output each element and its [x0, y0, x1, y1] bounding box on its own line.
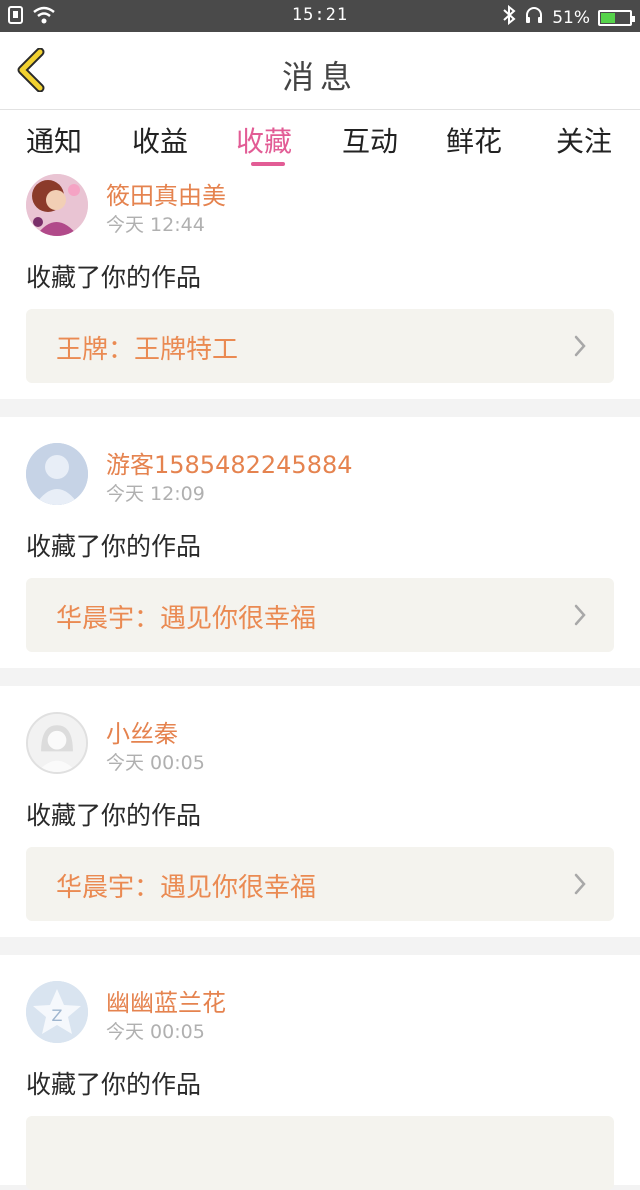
username[interactable]: 筱田真由美: [106, 176, 226, 211]
work-link[interactable]: 华晨宇：遇见你很幸福: [26, 847, 614, 921]
tab-flowers[interactable]: 鲜花: [446, 120, 502, 160]
svg-text:Z: Z: [52, 1006, 63, 1025]
chevron-right-icon: [574, 335, 586, 357]
work-link[interactable]: [26, 1116, 614, 1190]
timestamp: 今天 00:05: [106, 1021, 205, 1043]
tab-favorites[interactable]: 收藏: [236, 120, 292, 160]
work-title: 华晨宇：遇见你很幸福: [56, 604, 317, 634]
action-text: 收藏了你的作品: [26, 263, 202, 292]
chevron-right-icon: [574, 873, 586, 895]
work-title: 王牌：王牌特工: [56, 335, 239, 365]
avatar[interactable]: Z: [26, 981, 88, 1043]
battery-icon: [598, 9, 635, 26]
tab-interactions[interactable]: 互动: [342, 120, 398, 160]
username[interactable]: 小丝秦: [106, 714, 178, 749]
page-title: 消息: [281, 58, 358, 96]
list-item: 小丝秦 今天 00:05 收藏了你的作品 华晨宇：遇见你很幸福: [0, 686, 640, 937]
username[interactable]: 幽幽蓝兰花: [106, 983, 226, 1018]
action-text: 收藏了你的作品: [26, 532, 202, 561]
tab-notifications[interactable]: 通知: [26, 120, 82, 160]
list-item: Z 幽幽蓝兰花 今天 00:05 收藏了你的作品: [0, 955, 640, 1190]
battery-percent: 51%: [552, 7, 590, 28]
chevron-right-icon: [574, 604, 586, 626]
battery-level: [601, 12, 616, 23]
tab-bar: 通知 收益 收藏 互动 鲜花 关注: [0, 110, 640, 170]
avatar[interactable]: [26, 174, 88, 236]
list-item: 游客1585482245884 今天 12:09 收藏了你的作品 华晨宇：遇见你…: [0, 417, 640, 668]
avatar[interactable]: [26, 712, 88, 774]
avatar[interactable]: [26, 443, 88, 505]
action-text: 收藏了你的作品: [26, 801, 202, 830]
timestamp: 今天 00:05: [106, 752, 205, 774]
bluetooth-icon: [502, 4, 516, 30]
favorites-feed: 筱田真由美 今天 12:44 收藏了你的作品 王牌：王牌特工 游客1585482…: [0, 170, 640, 1190]
header: 消息: [0, 32, 640, 110]
active-tab-indicator: [251, 162, 285, 166]
tab-following[interactable]: 关注: [556, 120, 612, 160]
timestamp: 今天 12:09: [106, 483, 205, 505]
headset-icon: [524, 5, 544, 30]
tab-earnings[interactable]: 收益: [132, 120, 188, 160]
status-bar: 15:21 51%: [0, 0, 640, 32]
work-link[interactable]: 华晨宇：遇见你很幸福: [26, 578, 614, 652]
work-title: 华晨宇：遇见你很幸福: [56, 873, 317, 903]
timestamp: 今天 12:44: [106, 214, 205, 236]
username[interactable]: 游客1585482245884: [106, 445, 353, 480]
work-link[interactable]: 王牌：王牌特工: [26, 309, 614, 383]
list-item: 筱田真由美 今天 12:44 收藏了你的作品 王牌：王牌特工: [0, 170, 640, 399]
action-text: 收藏了你的作品: [26, 1070, 202, 1099]
